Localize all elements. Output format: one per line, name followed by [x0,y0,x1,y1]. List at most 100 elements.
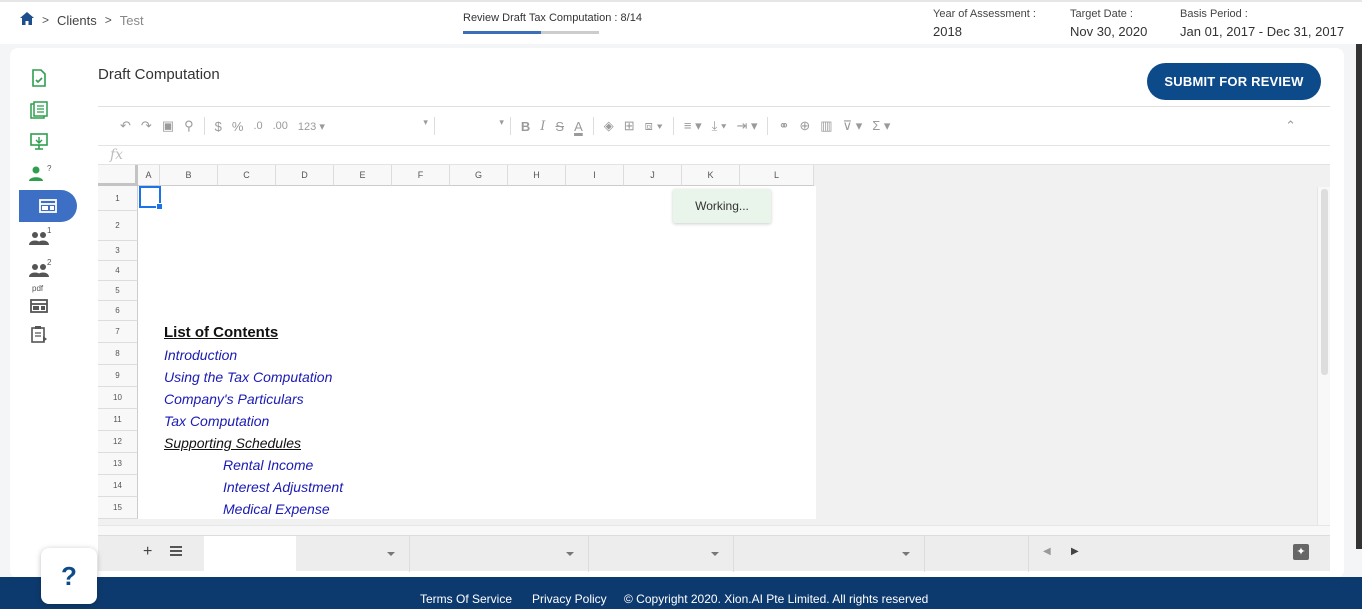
row-header[interactable]: 9 [98,365,138,387]
functions-icon[interactable]: Σ ▾ [872,118,890,134]
contents-link[interactable]: Medical Expense [223,501,330,517]
column-header[interactable]: C [218,165,276,186]
undo-icon[interactable]: ↶ [120,118,131,134]
more-formats-button[interactable]: 123 ▾ [298,120,325,133]
privacy-link[interactable]: Privacy Policy [532,592,607,606]
fill-color-icon[interactable]: ◈ [604,118,614,134]
row-header[interactable]: 3 [98,241,138,261]
sheet-tab[interactable] [589,536,734,572]
column-header[interactable]: B [160,165,218,186]
column-header[interactable]: D [276,165,334,186]
contents-link[interactable]: Introduction [164,347,237,363]
font-family-select[interactable]: ▾ [335,117,435,135]
column-header[interactable]: K [682,165,740,186]
row-header[interactable]: 6 [98,301,138,321]
sidebar-item-document-check[interactable] [10,62,68,94]
terms-link[interactable]: Terms Of Service [420,592,512,606]
sidebar-item-pdf[interactable]: pdf [10,284,68,318]
vertical-scrollbar[interactable] [1317,187,1330,525]
currency-format-button[interactable]: $ [215,119,222,134]
row-cells[interactable]: Medical Expense [138,497,816,519]
font-size-select[interactable]: ▾ [445,117,511,135]
breadcrumb-clients[interactable]: Clients [57,13,97,28]
row-header[interactable]: 7 [98,321,138,343]
strikethrough-icon[interactable]: S [555,119,564,134]
print-icon[interactable]: ▣ [162,118,174,134]
sidebar-item-group-1[interactable]: 1 [10,222,68,254]
sidebar-item-group-2[interactable]: 2 [10,254,68,286]
sheet-tab-active[interactable] [204,536,296,572]
increase-decimal-button[interactable]: .00 [273,120,288,132]
row-header[interactable]: 10 [98,387,138,409]
contents-link[interactable]: Using the Tax Computation [164,369,332,385]
row-cells[interactable]: Rental Income [138,453,816,475]
add-sheet-button[interactable]: + [143,543,152,561]
row-cells[interactable] [138,281,816,301]
row-header[interactable]: 5 [98,281,138,301]
vertical-align-icon[interactable]: ⤓ ▾ [712,118,727,134]
contents-link[interactable]: Interest Adjustment [223,479,343,495]
column-header[interactable]: H [508,165,566,186]
row-cells[interactable] [138,261,816,281]
row-header[interactable]: 11 [98,409,138,431]
row-header[interactable]: 1 [98,186,138,211]
select-all-corner[interactable] [98,165,138,186]
merge-cells-icon[interactable]: ⧈ ▾ [645,118,663,134]
row-cells[interactable]: Tax Computation [138,409,816,431]
column-header[interactable]: J [624,165,682,186]
contents-link[interactable]: Tax Computation [164,413,269,429]
contents-link[interactable]: Company's Particulars [164,391,304,407]
scroll-tabs-right-icon[interactable]: ▶ [1071,546,1079,557]
contents-link[interactable]: Supporting Schedules [164,435,301,451]
row-header[interactable]: 4 [98,261,138,281]
row-cells[interactable]: Introduction [138,343,816,365]
row-header[interactable]: 12 [98,431,138,453]
row-cells[interactable]: Using the Tax Computation [138,365,816,387]
home-icon[interactable] [20,12,34,28]
column-header[interactable]: F [392,165,450,186]
column-header[interactable]: A [138,165,160,186]
horizontal-align-icon[interactable]: ≡ ▾ [684,118,702,134]
scroll-tabs-left-icon[interactable]: ◀ [1043,546,1051,557]
row-cells[interactable]: Interest Adjustment [138,475,816,497]
redo-icon[interactable]: ↷ [141,118,152,134]
sidebar-item-table-view[interactable] [19,190,77,222]
link-icon[interactable]: ⚭ [778,118,789,134]
row-header[interactable]: 2 [98,211,138,241]
row-header[interactable]: 8 [98,343,138,365]
sidebar-item-clipboard[interactable] [10,318,68,350]
column-header[interactable]: L [740,165,814,186]
sidebar-item-document-list[interactable] [10,94,68,126]
sheet-tab[interactable] [296,536,410,572]
borders-icon[interactable]: ⊞ [624,118,635,134]
column-header[interactable]: I [566,165,624,186]
comment-icon[interactable]: ⊕ [799,118,810,134]
text-wrap-icon[interactable]: ⇥ ▾ [736,118,757,134]
sheet-tab[interactable] [925,536,1029,572]
row-cells[interactable]: Company's Particulars [138,387,816,409]
row-cells[interactable] [138,301,816,321]
row-header[interactable]: 15 [98,497,138,519]
sidebar-item-monitor[interactable] [10,126,68,158]
sidebar-item-person-question[interactable]: ? [10,158,68,190]
percent-format-button[interactable]: % [232,119,244,134]
help-button[interactable]: ? [41,548,97,604]
contents-link[interactable]: Rental Income [223,457,313,473]
filter-icon[interactable]: ⊽ ▾ [843,118,863,134]
row-cells[interactable]: Supporting Schedules [138,431,816,453]
row-cells[interactable] [138,241,816,261]
row-header[interactable]: 13 [98,453,138,475]
bold-icon[interactable]: B [521,119,530,134]
row-header[interactable]: 14 [98,475,138,497]
all-sheets-icon[interactable] [170,546,182,558]
sheet-tab[interactable] [410,536,589,572]
column-header[interactable]: E [334,165,392,186]
decrease-decimal-button[interactable]: .0 [253,120,262,132]
collapse-toolbar-icon[interactable]: ⌃ [1285,118,1296,134]
column-header[interactable]: G [450,165,508,186]
italic-icon[interactable]: I [540,119,545,134]
text-color-icon[interactable]: A [574,119,583,134]
chart-icon[interactable]: ▥ [820,118,832,134]
horizontal-scrollbar[interactable] [98,525,1330,535]
vertical-scrollbar-thumb[interactable] [1321,189,1328,375]
